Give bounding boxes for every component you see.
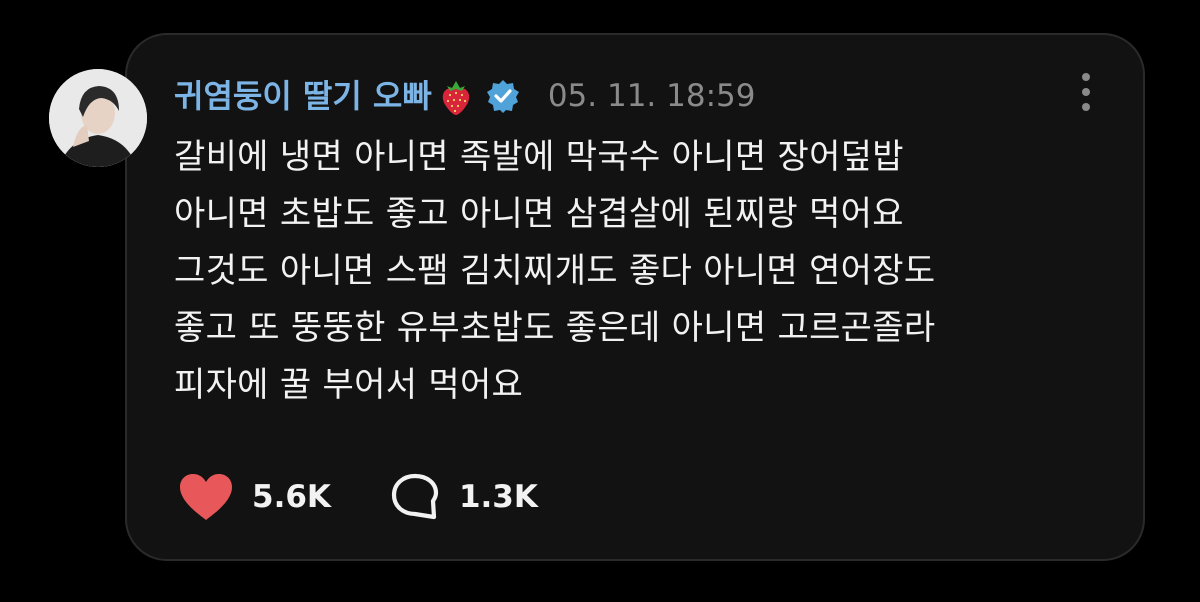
avatar[interactable]	[49, 69, 147, 167]
strawberry-icon	[438, 76, 474, 116]
post-body-line: 갈비에 냉면 아니면 족발에 막국수 아니면 장어덮밥	[174, 137, 904, 177]
post-body: 갈비에 냉면 아니면 족발에 막국수 아니면 장어덮밥 아니면 초밥도 좋고 아…	[174, 129, 1094, 414]
author-name[interactable]: 귀염둥이 딸기 오빠	[174, 72, 432, 120]
comment-bubble-icon	[389, 471, 441, 523]
comment-count: 1.3K	[458, 479, 538, 515]
post-timestamp: 05. 11. 18:59	[547, 78, 756, 114]
like-count: 5.6K	[252, 479, 331, 515]
like-button[interactable]: 5.6K	[178, 472, 331, 522]
post-body-line: 피자에 꿀 부어서 먹어요	[174, 365, 524, 405]
author-header: 귀염둥이 딸기 오빠 05. 11. 18:59	[174, 72, 755, 120]
post-actions: 5.6K 1.3K	[178, 470, 538, 524]
comment-button[interactable]: 1.3K	[389, 471, 538, 523]
post-body-line: 아니면 초밥도 좋고 아니면 삼겹살에 된찌랑 먹어요	[174, 194, 904, 234]
post-body-line: 좋고 또 뚱뚱한 유부초밥도 좋은데 아니면 고르곤졸라	[174, 308, 936, 348]
heart-icon	[178, 472, 234, 522]
post-body-line: 그것도 아니면 스팸 김치찌개도 좋다 아니면 연어장도	[174, 251, 936, 291]
more-vertical-icon[interactable]	[1074, 70, 1098, 116]
verified-icon	[486, 79, 520, 113]
